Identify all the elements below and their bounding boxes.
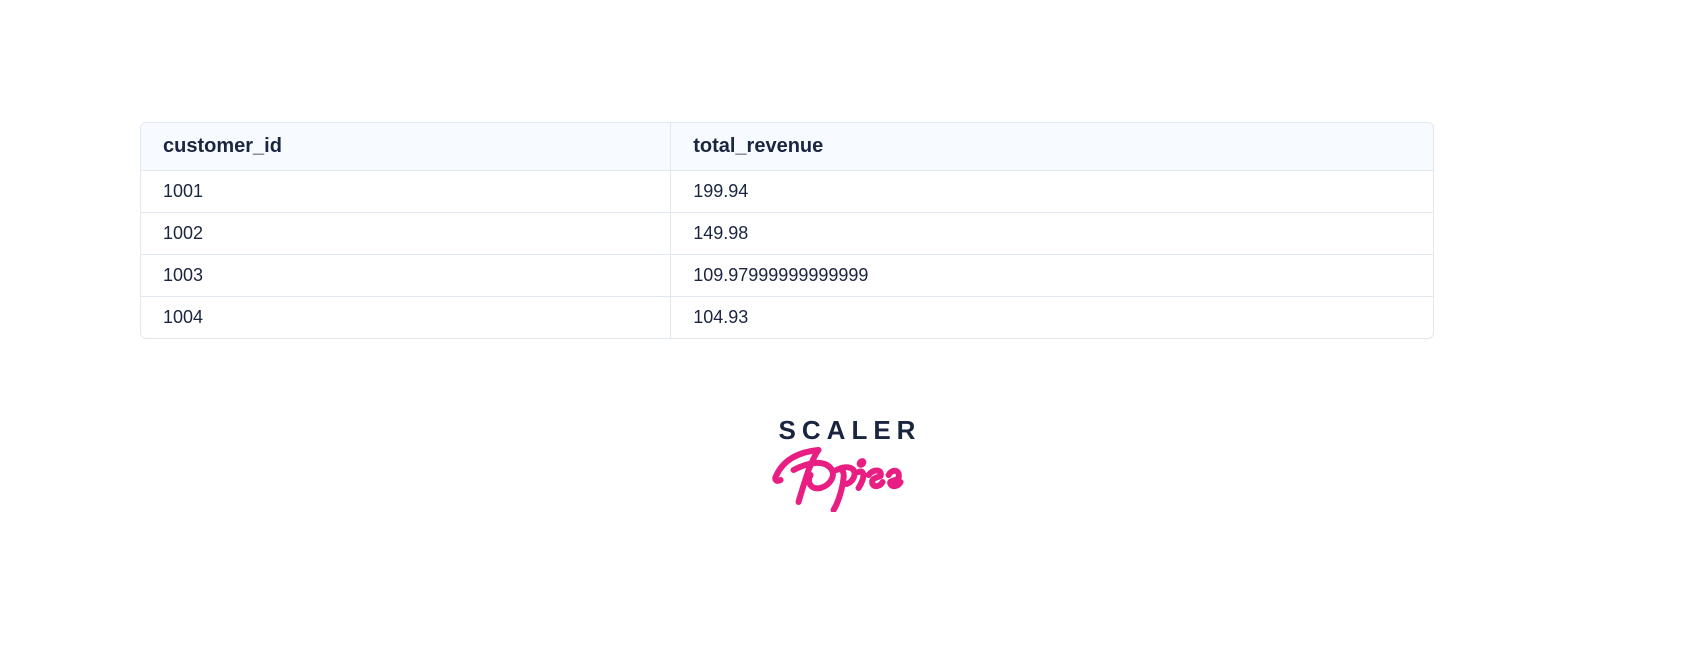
table-header-row: customer_id total_revenue: [141, 123, 1433, 171]
table-row: 1003 109.97999999999999: [141, 255, 1433, 297]
cell-customer-id: 1003: [141, 255, 671, 297]
column-header-customer-id: customer_id: [141, 123, 671, 171]
table-row: 1004 104.93: [141, 297, 1433, 339]
cell-total-revenue: 104.93: [671, 297, 1433, 339]
table-row: 1002 149.98: [141, 213, 1433, 255]
cell-total-revenue: 199.94: [671, 171, 1433, 213]
cell-total-revenue: 149.98: [671, 213, 1433, 255]
column-header-total-revenue: total_revenue: [671, 123, 1433, 171]
cell-total-revenue: 109.97999999999999: [671, 255, 1433, 297]
logo-text-topics: [767, 440, 922, 517]
cell-customer-id: 1001: [141, 171, 671, 213]
cell-customer-id: 1002: [141, 213, 671, 255]
table-row: 1001 199.94: [141, 171, 1433, 213]
cell-customer-id: 1004: [141, 297, 671, 339]
scaler-topics-logo: SCALER: [779, 415, 922, 517]
data-table: customer_id total_revenue 1001 199.94 10…: [140, 122, 1434, 339]
